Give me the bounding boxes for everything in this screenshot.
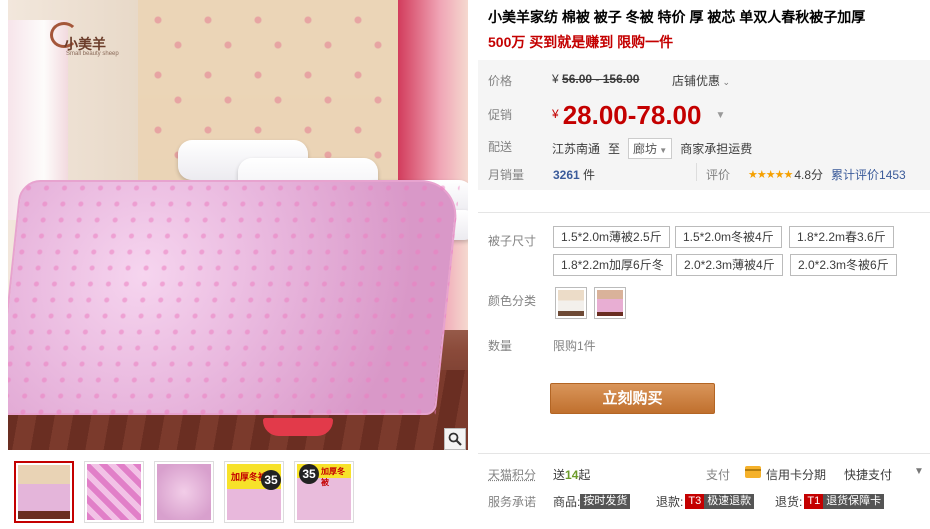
service-tag: 按时发货 [580,494,631,509]
thumbnail-number: 35 [299,464,319,484]
size-option[interactable]: 1.5*2.0m冬被4斤 [675,226,782,248]
thumbnail-strip: 加厚冬被 35 35 加厚冬被 [14,461,354,523]
shop-discount-label: 店铺优惠 [672,74,721,88]
shipping-label: 配送 [488,140,513,154]
product-subtitle: 500万 买到就是赚到 限购一件 [488,34,674,50]
size-option[interactable]: 2.0*2.3m冬被6斤 [790,254,897,276]
thumbnail-tag: 加厚冬被 [321,467,345,487]
thumbnail-2[interactable] [84,461,144,523]
currency-symbol: ¥ [552,72,559,86]
quilt-pattern [8,180,461,415]
size-option[interactable]: 1.8*2.2m加厚6斤冬 [553,254,672,276]
service-label: 退款: [656,495,684,509]
product-page: 小美羊 Small beauty sheep 加厚冬被 35 35 加厚冬被 小… [0,0,930,529]
sales-unit: 件 [583,168,596,182]
service-label: 退货: [775,495,803,509]
rating: 评价 ★★★★★ 4.8分 累计评价1453 [706,166,906,183]
rating-score: 4.8分 [794,168,824,182]
buy-now-button[interactable]: 立刻购买 [550,383,715,414]
promo-price-value: 28.00-78.00 [562,100,702,130]
destination-select[interactable]: 廊坊 ▼ [628,138,673,159]
thumbnail-3[interactable] [154,461,214,523]
promo-price: ¥28.00-78.00 ▼ [552,100,725,131]
price-label: 价格 [488,74,513,88]
points-prefix: 送 [553,468,566,482]
chevron-down-icon[interactable]: ▼ [914,466,924,477]
size-option[interactable]: 2.0*2.3m薄被4斤 [676,254,783,276]
chevron-down-icon: ⌄ [720,77,731,87]
service-tag: 极速退款 [704,494,755,509]
quick-pay[interactable]: 快捷支付 [844,466,892,483]
quantity-limit: 限购1件 [553,339,596,353]
brand-logo: 小美羊 Small beauty sheep [50,18,122,58]
service-code: T1 [804,494,824,509]
magnifier-icon[interactable] [444,428,466,450]
currency-symbol: ¥ [552,107,559,121]
credit-installment[interactable]: 信用卡分期 [766,466,826,483]
shipping-info: 江苏南通 至 廊坊 ▼ 商家承担运费 [552,138,752,159]
rating-label: 评价 [706,168,731,182]
service-tag: 退货保障卡 [823,494,885,509]
thumbnail-number: 35 [261,470,281,490]
service-goods[interactable]: 商品: 按时发货 [553,493,631,510]
color-label: 颜色分类 [488,294,537,308]
service-promise-label: 服务承诺 [488,495,537,509]
monthly-sales: 3261 件 [553,166,595,183]
product-title: 小美羊家纺 棉被 被子 冬被 特价 厚 被芯 单双人春秋被子加厚 [488,9,866,25]
chevron-down-icon[interactable]: ▼ [715,110,725,121]
thumbnail-4[interactable]: 加厚冬被 35 [224,461,284,523]
credit-card-icon [745,466,761,478]
size-option[interactable]: 1.5*2.0m薄被2.5斤 [553,226,670,248]
divider [478,212,930,213]
service-refund[interactable]: 退款: T3 极速退款 [656,493,755,510]
promo-label: 促销 [488,108,513,122]
service-return[interactable]: 退货: T1 退货保障卡 [775,493,885,510]
original-price: ¥ 56.00 - 156.00 [552,72,639,86]
service-code: T3 [685,494,705,509]
points-info: 送14起 [553,466,590,483]
size-option[interactable]: 1.8*2.2m春3.6斤 [789,226,894,248]
chevron-down-icon: ▼ [657,146,668,155]
shipping-origin: 江苏南通 [552,142,601,156]
points-value: 14 [565,468,579,482]
logo-subtext: Small beauty sheep [66,51,119,57]
monthly-sales-label: 月销量 [488,168,525,182]
size-label: 被子尺寸 [488,234,537,248]
divider [478,453,930,454]
quilt-label [263,418,333,436]
service-label: 商品: [553,495,581,509]
shipping-note: 商家承担运费 [680,142,753,156]
main-product-image[interactable]: 小美羊 Small beauty sheep [8,0,468,450]
sales-count: 3261 [553,168,580,182]
points-suffix: 起 [578,468,591,482]
color-option-2[interactable] [594,287,626,319]
shipping-to-word: 至 [608,142,621,156]
quantity-label: 数量 [488,339,513,353]
divider [696,163,697,181]
color-option-1[interactable] [555,287,587,319]
review-count-link[interactable]: 累计评价1453 [831,166,906,183]
thumbnail-1[interactable] [14,461,74,523]
payment-label: 支付 [706,468,731,482]
star-rating-icon: ★★★★★ [748,169,793,181]
shop-discount-dropdown[interactable]: 店铺优惠 ⌄ [672,72,730,89]
thumbnail-5[interactable]: 35 加厚冬被 [294,461,354,523]
destination-value: 廊坊 [633,142,658,156]
tmall-points-label[interactable]: 天猫积分 [488,466,536,483]
original-price-value: 56.00 - 156.00 [562,72,640,86]
